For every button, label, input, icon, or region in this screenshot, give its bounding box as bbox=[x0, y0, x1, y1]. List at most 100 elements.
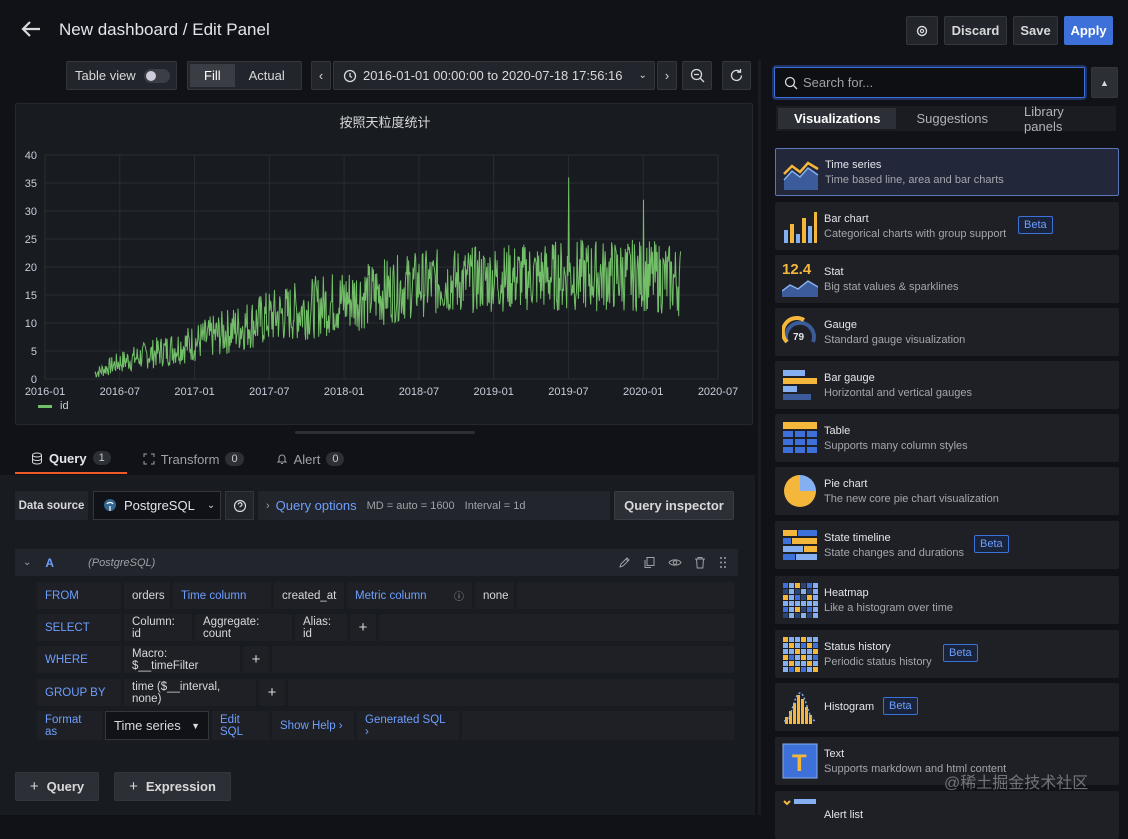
time-range-picker[interactable]: 2016-01-01 00:00:00 to 2020-07-18 17:56:… bbox=[333, 61, 655, 90]
from-table[interactable]: orders bbox=[124, 582, 170, 609]
viz-card-statushistory[interactable]: Status history Periodic status history Bet… bbox=[775, 630, 1119, 678]
beta-badge: Beta bbox=[1018, 216, 1053, 234]
table-view-toggle[interactable]: Table view bbox=[66, 61, 177, 90]
collapse-chevron-icon[interactable]: ⌄ bbox=[23, 557, 31, 568]
tab-visualizations[interactable]: Visualizations bbox=[778, 108, 897, 129]
query-options-bar[interactable]: › Query options MD = auto = 1600 Interva… bbox=[258, 491, 610, 520]
viz-card-desc: Supports many column styles bbox=[824, 439, 968, 452]
query-header[interactable]: ⌄ A (PostgreSQL) bbox=[15, 549, 738, 576]
tab-library-panels[interactable]: Library panels bbox=[1008, 104, 1114, 134]
tab-alert[interactable]: Alert 0 bbox=[260, 444, 361, 474]
viz-card-stat[interactable]: 12.4 Stat Big stat values & sparklines bbox=[775, 255, 1119, 303]
viz-card-bargauge[interactable]: Bar gauge Horizontal and vertical gauges bbox=[775, 361, 1119, 409]
md-value: MD = auto = 1600 bbox=[366, 499, 455, 512]
viz-card-table[interactable]: Table Supports many column styles bbox=[775, 414, 1119, 462]
query-options-label[interactable]: Query options bbox=[276, 498, 357, 513]
trash-icon[interactable] bbox=[694, 556, 706, 569]
toggle-switch[interactable] bbox=[143, 68, 170, 83]
viz-card-desc: Standard gauge visualization bbox=[824, 333, 966, 346]
back-arrow-icon[interactable] bbox=[20, 18, 44, 42]
add-where-plus-icon[interactable]: + bbox=[243, 646, 269, 673]
tab-query[interactable]: Query 1 bbox=[15, 444, 127, 474]
viz-card-statetimeline[interactable]: State timeline State changes and duration… bbox=[775, 521, 1119, 569]
page-title: New dashboard / Edit Panel bbox=[59, 20, 270, 39]
table-view-label: Table view bbox=[75, 68, 136, 83]
postgresql-icon bbox=[104, 498, 116, 511]
viz-search-input[interactable]: Search for... bbox=[774, 67, 1085, 98]
viz-card-timeseries[interactable]: Time series Time based line, area and bar… bbox=[775, 148, 1119, 196]
copy-icon[interactable] bbox=[643, 556, 656, 569]
tab-transform[interactable]: Transform 0 bbox=[127, 444, 260, 474]
svg-text:T: T bbox=[792, 750, 807, 777]
svg-text:12.4: 12.4 bbox=[782, 261, 812, 278]
discard-button[interactable]: Discard bbox=[944, 16, 1007, 45]
tab-transform-label: Transform bbox=[160, 451, 220, 467]
x-tick-label: 2019-01 bbox=[473, 386, 513, 398]
show-help-button[interactable]: Show Help › bbox=[272, 711, 354, 740]
groupby-value[interactable]: time ($__interval, none) bbox=[124, 679, 256, 706]
query-editor-area bbox=[0, 475, 755, 815]
viz-card-histogram[interactable]: Histogram Beta bbox=[775, 683, 1119, 731]
alertlist-icon bbox=[782, 797, 818, 833]
viz-card-heatmap[interactable]: Heatmap Like a histogram over time bbox=[775, 576, 1119, 624]
viz-card-gauge[interactable]: 79 Gauge Standard gauge visualization bbox=[775, 308, 1119, 356]
y-tick-label: 25 bbox=[25, 234, 37, 246]
refresh-button[interactable] bbox=[722, 61, 751, 90]
edit-sql-button[interactable]: Edit SQL bbox=[212, 711, 269, 740]
apply-button[interactable]: Apply bbox=[1064, 16, 1113, 45]
time-back-button[interactable]: ‹ bbox=[311, 61, 331, 90]
eye-icon[interactable] bbox=[668, 556, 682, 569]
query-inspector-button[interactable]: Query inspector bbox=[614, 491, 734, 520]
viz-card-piechart[interactable]: Pie chart The new core pie chart visualiz… bbox=[775, 467, 1119, 515]
clock-icon bbox=[343, 69, 357, 82]
split-divider[interactable] bbox=[758, 60, 761, 815]
generated-sql-button[interactable]: Generated SQL › bbox=[357, 711, 459, 740]
datasource-picker[interactable]: PostgreSQL ⌄ bbox=[93, 491, 221, 520]
add-query-button[interactable]: + Query bbox=[15, 772, 99, 801]
select-row: SELECT Column: id Aggregate: count Alias… bbox=[37, 614, 734, 641]
add-groupby-plus-icon[interactable]: + bbox=[259, 679, 285, 706]
metric-column-value[interactable]: none bbox=[475, 582, 514, 609]
y-tick-label: 0 bbox=[31, 374, 37, 386]
legend[interactable]: id bbox=[38, 400, 69, 412]
query-source: (PostgreSQL) bbox=[88, 556, 156, 569]
viz-card-alertlist[interactable]: Alert list bbox=[775, 791, 1119, 839]
x-tick-label: 2020-07 bbox=[698, 386, 738, 398]
series-line-id[interactable] bbox=[94, 177, 682, 378]
collapse-pane-button[interactable]: ▲ bbox=[1091, 67, 1118, 98]
actual-option[interactable]: Actual bbox=[235, 68, 299, 83]
groupby-keyword: GROUP BY bbox=[37, 679, 121, 706]
where-macro[interactable]: Macro: $__timeFilter bbox=[124, 646, 240, 673]
edit-pencil-icon[interactable] bbox=[618, 556, 631, 569]
format-select[interactable]: Time series ▼ bbox=[105, 711, 209, 740]
x-tick-label: 2017-01 bbox=[174, 386, 214, 398]
select-keyword: SELECT bbox=[37, 614, 121, 641]
statetimeline-icon bbox=[782, 527, 818, 563]
x-tick-label: 2019-07 bbox=[548, 386, 588, 398]
settings-button[interactable] bbox=[906, 16, 938, 45]
from-row: FROM orders Time column created_at Metri… bbox=[37, 582, 734, 609]
format-row-filler bbox=[462, 711, 734, 740]
transform-icon bbox=[143, 453, 155, 465]
resize-handle[interactable] bbox=[295, 431, 475, 434]
info-icon: ⓘ bbox=[454, 592, 464, 603]
add-expression-button[interactable]: + Expression bbox=[114, 772, 231, 801]
tab-suggestions[interactable]: Suggestions bbox=[900, 108, 1004, 129]
query-actions bbox=[618, 556, 728, 569]
chevron-down-icon: ⌄ bbox=[638, 70, 647, 81]
viz-card-barchart[interactable]: Bar chart Categorical charts with group s… bbox=[775, 202, 1119, 250]
select-aggregate[interactable]: Aggregate: count bbox=[195, 614, 292, 641]
query-letter[interactable]: A bbox=[45, 556, 54, 570]
zoom-out-button[interactable] bbox=[682, 61, 712, 90]
drag-handle-icon[interactable] bbox=[718, 556, 728, 569]
time-forward-button[interactable]: › bbox=[657, 61, 677, 90]
select-column[interactable]: Column: id bbox=[124, 614, 192, 641]
select-alias[interactable]: Alias: id bbox=[295, 614, 347, 641]
add-select-plus-icon[interactable]: + bbox=[350, 614, 376, 641]
help-button[interactable] bbox=[225, 491, 254, 520]
fill-option[interactable]: Fill bbox=[190, 64, 235, 87]
time-series-chart[interactable]: 0 5 10 15 20 25 30 35 40 2016-01 2016-07 2017-01 201… bbox=[16, 104, 754, 404]
save-button[interactable]: Save bbox=[1013, 16, 1058, 45]
editor-tabs: Query 1 Transform 0 Alert 0 bbox=[15, 444, 360, 474]
time-column-value[interactable]: created_at bbox=[274, 582, 344, 609]
